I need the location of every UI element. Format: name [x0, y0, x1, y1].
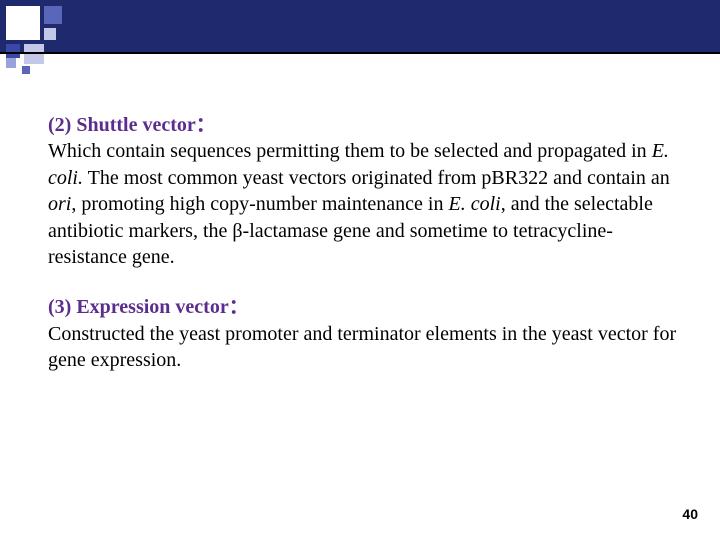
slide-divider-rule — [0, 52, 720, 54]
section-shuttle-vector: (2) Shuttle vector： Which contain sequen… — [48, 112, 678, 270]
section-body: Which contain sequences permitting them … — [48, 140, 670, 268]
section-heading: (3) Expression vector： — [48, 296, 249, 318]
section-body: Constructed the yeast promoter and termi… — [48, 323, 676, 371]
section-expression-vector: (3) Expression vector： Constructed the y… — [48, 294, 678, 373]
page-number: 40 — [682, 506, 698, 522]
section-heading: (2) Shuttle vector： — [48, 114, 216, 136]
slide-corner-decoration — [0, 0, 140, 80]
slide-body: (2) Shuttle vector： Which contain sequen… — [48, 112, 678, 398]
